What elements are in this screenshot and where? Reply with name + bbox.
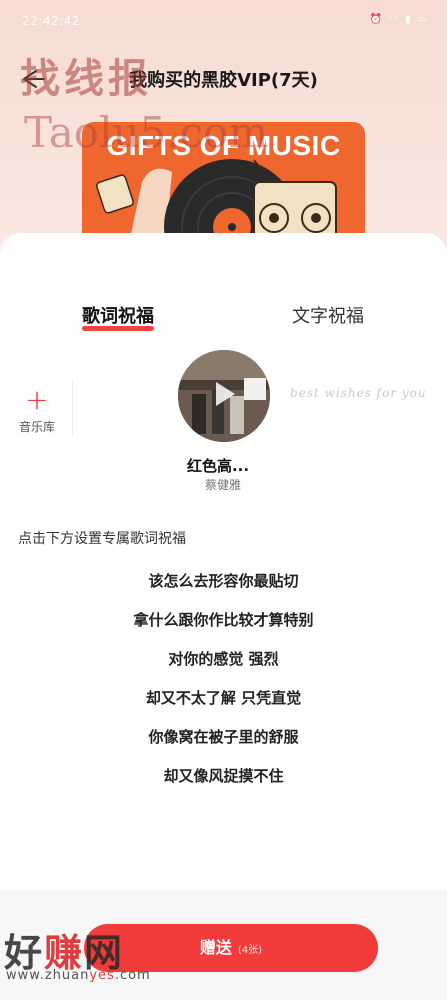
watermark-site: Taolu5.com <box>24 108 269 157</box>
status-time: 22:42:42 <box>22 14 80 28</box>
send-gift-button[interactable]: 赠送 (4张) <box>84 924 378 972</box>
alarm-icon: ⏰ <box>369 14 383 25</box>
watermark-url: www.zhuanyes.com <box>6 968 151 983</box>
song-artist: 蔡健雅 <box>204 478 241 492</box>
send-label: 赠送 <box>199 938 232 957</box>
lyric-line[interactable]: 却又像风捉摸不住 <box>0 765 447 804</box>
lyric-line[interactable]: 拿什么跟你作比较才算特别 <box>0 609 447 648</box>
song-name: 红色高... <box>186 457 250 475</box>
battery-icon: ▭ <box>417 14 427 25</box>
music-library-label: 音乐库 <box>18 420 55 434</box>
active-tab-indicator <box>82 326 154 331</box>
lyric-line[interactable]: 对你的感觉 强烈 <box>0 648 447 687</box>
wifi-icon: ◠ <box>389 14 399 25</box>
lyrics-list: 该怎么去形容你最贴切 拿什么跟你作比较才算特别 对你的感觉 强烈 却又不太了解 … <box>0 570 447 804</box>
lyric-line[interactable]: 你像窝在被子里的舒服 <box>0 726 447 765</box>
send-count: (4张) <box>237 945 263 956</box>
divider <box>72 380 73 436</box>
music-library-button[interactable]: + 音乐库 <box>12 386 62 438</box>
lyric-line[interactable]: 该怎么去形容你最贴切 <box>0 570 447 609</box>
watermark-url-a: www.zhuan <box>6 968 90 983</box>
tab-lyric-wishes[interactable]: 歌词祝福 <box>82 302 154 328</box>
tab-text-wishes[interactable]: 文字祝福 <box>292 302 364 328</box>
status-bar: 22:42:42 ⏰ ◠ ▮ ▭ <box>0 0 447 40</box>
signal-icon: ▮ <box>405 14 411 25</box>
watermark-url-c: .com <box>114 968 151 983</box>
lyric-line[interactable]: 却又不太了解 只凭直觉 <box>0 687 447 726</box>
hint-text: 点击下方设置专属歌词祝福 <box>18 531 186 547</box>
tab-bar: 歌词祝福 文字祝福 <box>0 300 447 340</box>
watermark-url-b: yes <box>89 968 115 983</box>
best-wishes-text: best wishes for you <box>290 386 427 400</box>
plus-icon: + <box>25 383 49 416</box>
watermark-top: 找线报 <box>20 56 152 102</box>
play-icon[interactable] <box>212 379 238 409</box>
status-icons: ⏰ ◠ ▮ ▭ <box>370 14 427 25</box>
